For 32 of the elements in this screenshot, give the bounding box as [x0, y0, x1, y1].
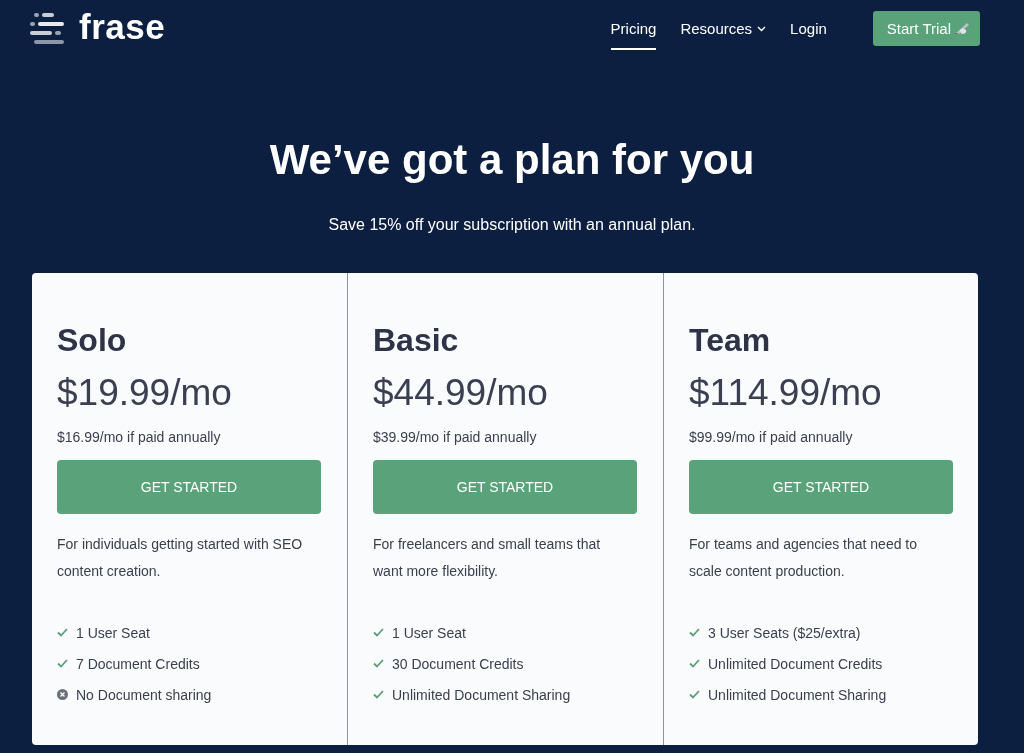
start-trial-button[interactable]: Start Trial — [872, 10, 980, 46]
plan-name: Basic — [373, 321, 460, 359]
feature-text: 1 User Seat — [392, 623, 466, 643]
get-started-button[interactable]: GET STARTED — [689, 460, 953, 514]
nav-link[interactable]: Resources — [680, 8, 767, 50]
page-heading: We’ve got a plan for you — [269, 135, 755, 185]
plan-description: For freelancers and small teams that want more flexibility. — [373, 535, 602, 581]
annual-price: $99.99/mo if paid annually — [689, 428, 854, 447]
feature-text: Unlimited Document Credits — [708, 654, 883, 674]
plan-description: For individuals getting started with SEO content creation. — [57, 535, 304, 581]
nav-link[interactable]: Login — [790, 8, 827, 50]
nav-link[interactable]: Pricing — [610, 8, 657, 50]
get-started-button[interactable]: GET STARTED — [373, 460, 637, 514]
plan-price: $19.99/mo — [57, 371, 233, 415]
plan-name: Solo — [57, 321, 128, 359]
feature-text: Unlimited Document Sharing — [392, 685, 571, 705]
plan-description: For teams and agencies that need to scale content production. — [689, 535, 919, 581]
feature-text: 30 Document Credits — [392, 654, 524, 674]
plan-price: $114.99/mo — [689, 371, 883, 415]
get-started-button[interactable]: GET STARTED — [57, 460, 321, 514]
feature-text: 3 User Seats ($25/extra) — [708, 623, 861, 643]
logo-text: frase — [79, 7, 166, 47]
pen-icon — [954, 21, 970, 35]
plan-price: $44.99/mo — [373, 371, 549, 415]
feature-text: 7 Document Credits — [76, 654, 200, 674]
feature-text: No Document sharing — [76, 685, 212, 705]
feature-text: Unlimited Document Sharing — [708, 685, 887, 705]
plan-name: Team — [689, 321, 772, 359]
page-subtitle: Save 15% off your subscription with an annual plan. — [328, 215, 696, 235]
annual-price: $16.99/mo if paid annually — [57, 428, 222, 447]
feature-text: 1 User Seat — [76, 623, 150, 643]
annual-price: $39.99/mo if paid annually — [373, 428, 538, 447]
